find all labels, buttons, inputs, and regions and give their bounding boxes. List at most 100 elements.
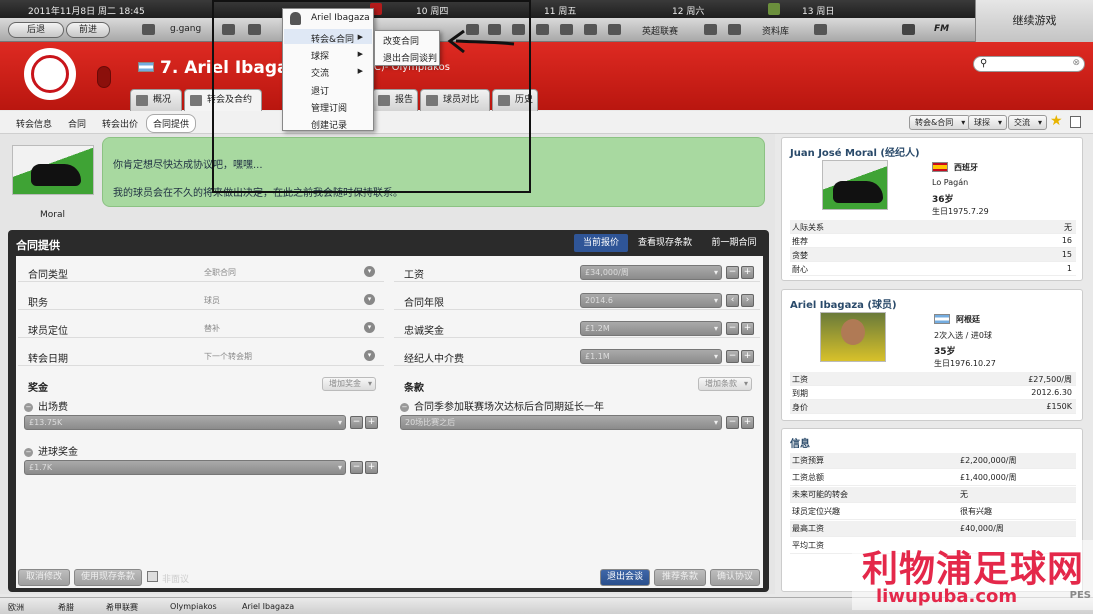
appearance-decrease-button[interactable]: − <box>350 416 363 429</box>
transfer-contract-dropdown[interactable]: 转会&合同 <box>909 115 971 130</box>
clause-increase-button[interactable]: + <box>741 416 754 429</box>
fm-menu[interactable]: FM <box>934 24 949 34</box>
tab-existing-terms[interactable]: 查看现存条款 <box>632 234 698 252</box>
chevron-down-icon[interactable]: ▾ <box>364 350 375 361</box>
non-public-label: 非面议 <box>162 575 190 585</box>
info-row: 工资预算 £2,200,000/周 <box>790 453 1076 469</box>
agent-fee-increase-button[interactable]: + <box>741 350 754 363</box>
arrow-left-annotation <box>447 29 515 54</box>
prev-next-arrows[interactable] <box>97 66 111 88</box>
use-existing-terms-button[interactable]: 使用现存条款 <box>74 569 142 586</box>
table-icon[interactable] <box>704 24 717 35</box>
notes-icon[interactable] <box>1070 116 1081 128</box>
tab-overview[interactable]: 概况 <box>130 89 182 111</box>
agent-card: Juan José Moral (经纪人) 西班牙 Lo Pagán 36岁 生… <box>781 137 1083 281</box>
remove-icon[interactable]: − <box>24 402 33 412</box>
star-icon[interactable]: ★ <box>1050 113 1063 129</box>
day-12[interactable]: 12 周六 <box>672 4 704 17</box>
breadcrumb-player[interactable]: Ariel Ibagaza <box>242 602 294 611</box>
subnav-contract[interactable]: 合同 <box>68 117 86 130</box>
goal-bonus-dropdown[interactable]: £1.7K <box>24 460 346 475</box>
agent-fee-decrease-button[interactable]: − <box>726 350 739 363</box>
search-input[interactable]: ⚲ ⊗ <box>973 56 1085 72</box>
tab-previous-contract[interactable]: 前一期合同 <box>704 234 764 252</box>
breadcrumb-league[interactable]: 希甲联赛 <box>106 602 138 613</box>
forward-button[interactable]: 前进 <box>66 22 110 38</box>
clause-decrease-button[interactable]: − <box>726 416 739 429</box>
recommend-terms-button[interactable]: 推荐条款 <box>654 569 706 586</box>
database-menu[interactable]: 资料库 <box>762 24 789 37</box>
wage-dropdown[interactable]: £34,000/周 <box>580 265 722 280</box>
home-icon[interactable] <box>142 24 155 35</box>
length-prev-button[interactable]: ‹ <box>726 294 739 307</box>
chart-icon[interactable] <box>814 24 827 35</box>
appearance-increase-button[interactable]: + <box>365 416 378 429</box>
agent-fee-dropdown[interactable]: £1.1M <box>580 349 722 364</box>
chevron-down-icon[interactable]: ▾ <box>364 322 375 333</box>
leave-talks-button[interactable]: 退出会谈 <box>600 569 650 586</box>
day-11[interactable]: 11 周五 <box>544 4 576 17</box>
current-date: 2011年11月8日 周二 18:45 <box>28 7 145 17</box>
appearance-fee-dropdown[interactable]: £13.75K <box>24 415 346 430</box>
manager-menu[interactable]: g.gang <box>170 24 201 34</box>
agent-card-title[interactable]: Juan José Moral (经纪人) <box>790 144 920 159</box>
job-row: 职务 球员 ▾ <box>18 290 384 310</box>
match-icon <box>768 3 780 15</box>
contract-length-row: 合同年限 2014.6 ‹ › <box>394 290 760 310</box>
wage-decrease-button[interactable]: − <box>726 266 739 279</box>
loyalty-increase-button[interactable]: + <box>741 322 754 335</box>
remove-icon[interactable]: − <box>24 447 33 457</box>
tab-current-offer[interactable]: 当前报价 <box>574 234 628 252</box>
squad-status-row: 球员定位 替补 ▾ <box>18 318 384 338</box>
cancel-changes-button[interactable]: 取消修改 <box>18 569 70 586</box>
fixtures-icon[interactable] <box>728 24 741 35</box>
league-menu[interactable]: 英超联赛 <box>642 24 678 37</box>
remove-icon[interactable]: − <box>400 402 409 412</box>
player-nation[interactable]: 阿根廷 <box>956 314 980 325</box>
subnav-contract-offer[interactable]: 合同提供 <box>146 114 197 133</box>
agent-nation[interactable]: 西班牙 <box>954 162 978 173</box>
scout-dropdown[interactable]: 球探 <box>968 115 1007 130</box>
clear-icon[interactable]: ⊗ <box>1072 58 1080 68</box>
confirm-agreement-button[interactable]: 确认协议 <box>710 569 760 586</box>
day-13[interactable]: 13 周日 <box>802 4 834 17</box>
agent-avatar[interactable] <box>12 145 94 195</box>
breadcrumb-club[interactable]: Olympiakos <box>170 602 217 611</box>
back-button[interactable]: 后退 <box>8 22 64 38</box>
watermark-title: 利物浦足球网 <box>862 549 1085 590</box>
goal-increase-button[interactable]: + <box>365 461 378 474</box>
subnav-transfer-info[interactable]: 转会信息 <box>16 117 52 130</box>
spain-flag-icon <box>932 162 948 172</box>
finance-icon[interactable] <box>584 24 597 35</box>
agent-age: 36岁 <box>932 195 954 205</box>
contract-length-dropdown[interactable]: 2014.6 <box>580 293 722 308</box>
non-public-checkbox[interactable] <box>147 571 158 582</box>
subnav-transfer-bid[interactable]: 转会出价 <box>102 117 138 130</box>
clause-dropdown[interactable]: 20场比赛之后 <box>400 415 722 430</box>
chevron-down-icon[interactable]: ▾ <box>364 266 375 277</box>
add-clause-button[interactable]: 增加条款 <box>698 377 752 391</box>
contract-type-value: 全职合同 <box>204 268 236 277</box>
stats-icon[interactable] <box>608 24 621 35</box>
chevron-down-icon[interactable]: ▾ <box>364 294 375 305</box>
breadcrumb-greece[interactable]: 希腊 <box>58 602 74 613</box>
wage-increase-button[interactable]: + <box>741 266 754 279</box>
watermark-url: liwupuba.com <box>876 586 1018 607</box>
interact-dropdown[interactable]: 交流 <box>1008 115 1047 130</box>
search-icon: ⚲ <box>980 58 988 69</box>
info-card-title: 信息 <box>790 439 810 450</box>
breadcrumb-europe[interactable]: 欧洲 <box>8 602 24 613</box>
loyalty-decrease-button[interactable]: − <box>726 322 739 335</box>
stadium-icon[interactable] <box>560 24 573 35</box>
continue-game-button[interactable]: 继续游戏 <box>975 0 1093 42</box>
player-card: Ariel Ibagaza (球员) 阿根廷 2次入选 / 进0球 35岁 生日… <box>781 289 1083 421</box>
argentina-flag-icon <box>934 314 950 324</box>
loyalty-bonus-dropdown[interactable]: £1.2M <box>580 321 722 336</box>
player-card-title[interactable]: Ariel Ibagaza (球员) <box>790 296 897 311</box>
goal-decrease-button[interactable]: − <box>350 461 363 474</box>
agent-stat-row: 贪婪 15 <box>790 248 1076 262</box>
length-next-button[interactable]: › <box>741 294 754 307</box>
add-bonus-button[interactable]: 增加奖金 <box>322 377 376 391</box>
help-icon[interactable] <box>902 24 915 35</box>
transfer-icon[interactable] <box>536 24 549 35</box>
